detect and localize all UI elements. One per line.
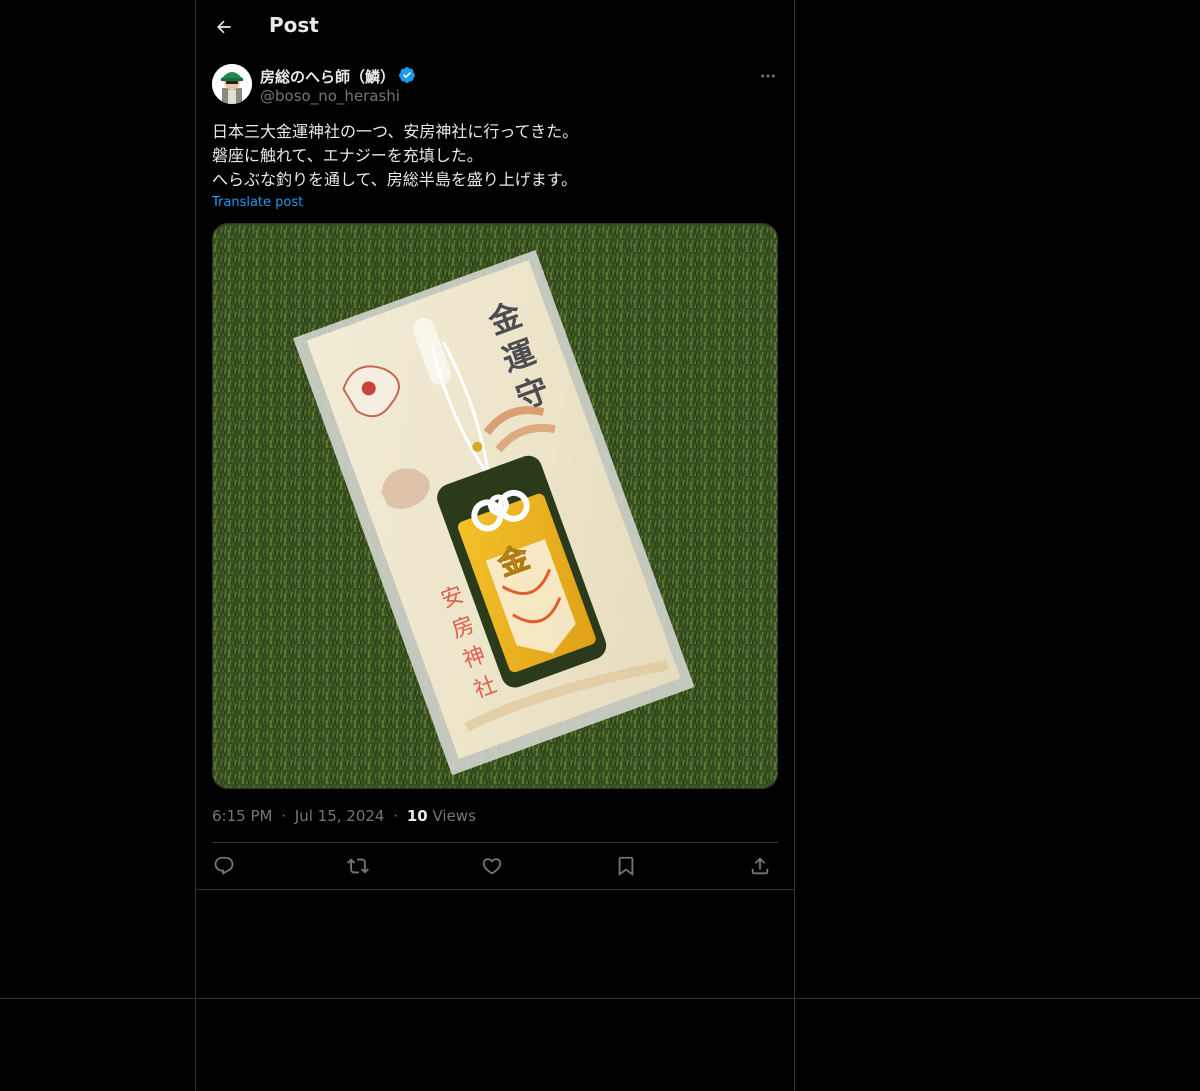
post-text-line: 磐座に触れて、エナジーを充填した。 bbox=[212, 146, 483, 165]
views-label: Views bbox=[432, 807, 476, 825]
share-icon bbox=[751, 857, 769, 875]
repost-button[interactable] bbox=[346, 854, 370, 878]
share-button[interactable] bbox=[748, 854, 772, 878]
post-meta: 6:15 PM · Jul 15, 2024 · 10 Views bbox=[212, 807, 476, 825]
action-bar bbox=[212, 851, 778, 881]
meta-separator: · bbox=[393, 807, 399, 825]
more-dots-icon bbox=[761, 74, 775, 78]
post-text: 日本三大金運神社の一つ、安房神社に行ってきた。 磐座に触れて、エナジーを充填した… bbox=[212, 120, 778, 192]
reply-button[interactable] bbox=[212, 854, 236, 878]
post-text-line: 日本三大金運神社の一つ、安房神社に行ってきた。 bbox=[212, 122, 579, 141]
meta-divider bbox=[212, 842, 778, 843]
bookmark-button[interactable] bbox=[614, 854, 638, 878]
page-title: Post bbox=[269, 13, 319, 37]
bookmark-icon bbox=[618, 856, 634, 877]
page: Post 房総のへら師（鱗） @boso_no_herashi 日本三大金運神社… bbox=[0, 0, 1200, 1091]
post-time[interactable]: 6:15 PM bbox=[212, 807, 272, 825]
avatar[interactable] bbox=[212, 64, 252, 104]
back-button[interactable] bbox=[208, 11, 240, 43]
author-handle[interactable]: @boso_no_herashi bbox=[260, 87, 400, 105]
translate-post-link[interactable]: Translate post bbox=[212, 195, 303, 210]
author-name[interactable]: 房総のへら師（鱗） bbox=[260, 66, 395, 87]
amulet-photo: 金 運 守 金 安 房 神 社 bbox=[213, 224, 777, 788]
post-image[interactable]: 金 運 守 金 安 房 神 社 bbox=[212, 223, 778, 789]
reply-icon bbox=[214, 856, 234, 875]
views-count: 10 bbox=[406, 807, 428, 825]
verified-badge-icon bbox=[398, 66, 416, 84]
meta-separator: · bbox=[281, 807, 287, 825]
like-button[interactable] bbox=[480, 854, 504, 878]
post-date[interactable]: Jul 15, 2024 bbox=[295, 807, 385, 825]
heart-icon bbox=[482, 858, 502, 875]
arrow-left-icon bbox=[216, 20, 231, 34]
post-text-line: へらぶな釣りを通して、房総半島を盛り上げます。 bbox=[212, 170, 578, 189]
more-button[interactable] bbox=[756, 64, 780, 88]
post-bottom-border bbox=[196, 889, 794, 890]
primary-column: Post 房総のへら師（鱗） @boso_no_herashi 日本三大金運神社… bbox=[195, 0, 795, 1091]
repost-icon bbox=[347, 858, 369, 874]
header: Post bbox=[196, 0, 794, 54]
avatar-image bbox=[212, 64, 252, 104]
